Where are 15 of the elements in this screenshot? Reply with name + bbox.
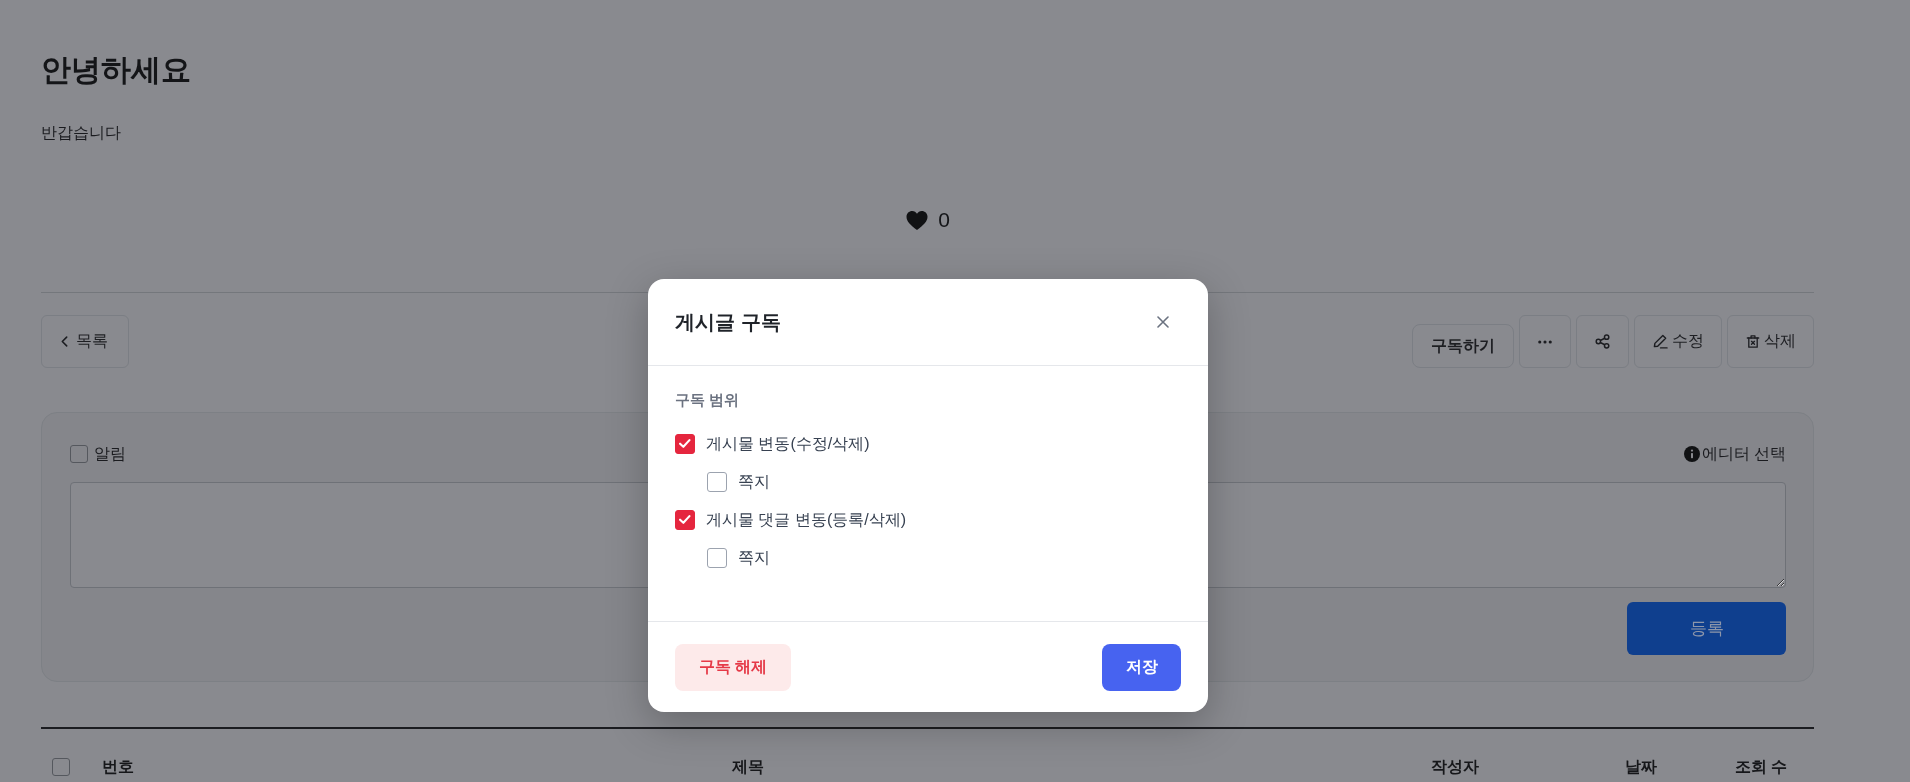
- column-header: 번호: [100, 757, 135, 777]
- column-header: 날짜: [1624, 757, 1658, 777]
- column-header: 조회 수: [1733, 757, 1789, 777]
- column-header: 제목: [731, 757, 765, 777]
- checkbox-label: 쪽지: [738, 472, 770, 492]
- checkbox-label: 게시물 변동(수정/삭제): [706, 434, 870, 454]
- section-label: 구독 범위: [675, 390, 741, 410]
- like-count: 0: [938, 207, 950, 233]
- column-header: 작성자: [1429, 757, 1480, 777]
- checkbox-label: 게시물 댓글 변동(등록/삭제): [706, 510, 906, 530]
- dialog-title: 게시글 구독: [675, 310, 781, 335]
- post-body: 반갑습니다: [41, 123, 122, 143]
- checkbox-label: 알림: [94, 444, 126, 464]
- checkbox-label: 쪽지: [738, 548, 770, 568]
- post-title: 안녕하세요: [41, 52, 192, 88]
